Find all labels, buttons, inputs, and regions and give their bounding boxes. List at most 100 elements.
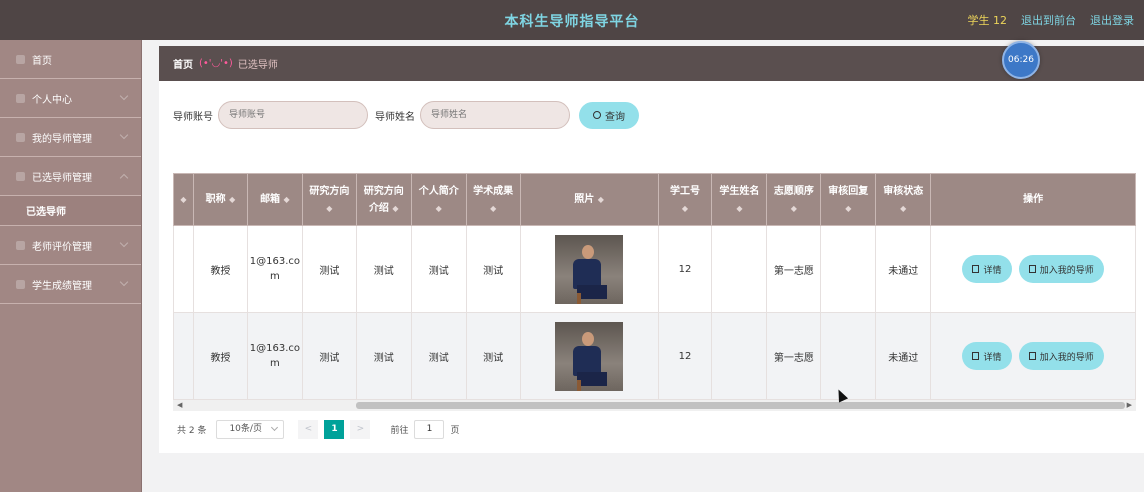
sidebar-subitem-selected-tutor[interactable]: 已选导师 [0,196,141,226]
back-to-front-link[interactable]: 退出到前台 [1021,12,1076,28]
account-label: 导师账号 [173,111,213,123]
table-header-cell[interactable]: 学工号 ◆ [657,173,713,226]
prev-page-button[interactable]: < [298,420,319,439]
sort-icon[interactable]: ◆ [229,195,235,204]
table-header-cell[interactable]: 研究方向介绍 ◆ [355,173,412,226]
table-header-cell[interactable]: 志愿顺序 ◆ [766,173,822,226]
table-header-cell[interactable]: 邮箱 ◆ [246,173,303,226]
table-header-cell[interactable]: 学生姓名 ◆ [711,173,768,226]
table-row: 教授 1@163.com 测试 测试 测试 测试 12 第一志愿 未通过 详情 … [173,225,1136,313]
cell-direction-intro: 测试 [355,225,412,313]
total-count: 共 2 条 [177,426,207,436]
document-icon [972,352,980,360]
tutor-name-input[interactable] [420,101,570,129]
cell-actions: 详情 加入我的导师 [930,312,1136,400]
goto-label: 前往 [390,426,409,436]
detail-button[interactable]: 详情 [962,342,1012,370]
sort-icon[interactable]: ◆ [326,204,332,213]
cell-reply [820,312,877,400]
cell-student-no: 12 [657,312,713,400]
detail-button[interactable]: 详情 [962,255,1012,283]
document-icon [1028,352,1036,360]
table-header-cell[interactable]: 职称 ◆ [192,173,248,226]
horizontal-scrollbar[interactable]: ◀ ▶ [173,400,1136,411]
sidebar-item-profile[interactable]: 个人中心 [0,79,141,118]
table-cell [173,312,194,400]
page-size-select[interactable]: 10条/页 [216,420,285,439]
top-bar: 本科生导师指导平台 学生 12 退出到前台 退出登录 [0,0,1144,40]
cell-direction: 测试 [301,312,357,400]
cell-email: 1@163.com [246,312,303,400]
sidebar-item-label: 个人中心 [32,94,72,106]
chevron-down-icon [119,91,129,101]
sidebar-item-home[interactable]: 首页 [0,40,141,79]
page-unit-label: 页 [450,426,460,436]
sidebar-item-label: 学生成绩管理 [32,280,92,292]
sort-icon[interactable]: ◆ [392,204,398,213]
search-icon [593,111,601,119]
cell-direction: 测试 [301,225,357,313]
sidebar-item-teacher-review[interactable]: 老师评价管理 [0,226,141,265]
cell-status: 未通过 [875,312,932,400]
table-header-cell[interactable]: 审核状态 ◆ [875,173,932,226]
chevron-down-icon [119,277,129,287]
table-header-cell: 操作 [930,173,1136,226]
sort-icon[interactable]: ◆ [791,204,797,213]
sort-icon[interactable]: ◆ [900,204,906,213]
cell-email: 1@163.com [246,225,303,313]
table-header-cell[interactable]: 照片 ◆ [519,173,659,226]
sidebar-item-label: 首页 [32,55,52,67]
tutor-account-input[interactable] [218,101,368,129]
cell-achievement: 测试 [465,225,521,313]
teacher-photo[interactable] [555,234,624,304]
add-my-tutor-button[interactable]: 加入我的导师 [1018,342,1104,370]
sort-icon[interactable]: ◆ [598,195,604,204]
sidebar-item-my-tutor[interactable]: 我的导师管理 [0,118,141,157]
table-header-cell[interactable]: 审核回复 ◆ [820,173,877,226]
page-number-current[interactable]: 1 [324,420,345,439]
goto-page-input[interactable]: 1 [414,420,445,439]
chevron-down-icon [119,238,129,248]
sort-icon[interactable]: ◆ [845,204,851,213]
scrollbar-thumb[interactable] [356,402,1125,409]
home-icon [16,54,25,64]
cell-status: 未通过 [875,225,932,313]
table-cell [173,225,194,313]
sidebar: 首页 个人中心 我的导师管理 已选导师管理 已选导师 老师评价管理 学生成绩管理 [0,40,142,492]
table-header-row: ◆ 职称 ◆ 邮箱 ◆ 研究方向 ◆ 研究方向介绍 ◆ 个人简介 ◆ 学术成果 ◆ 照… [173,173,1136,226]
breadcrumb-emoticon: (•'◡'•) [199,58,233,69]
cell-student-no: 12 [657,225,713,313]
table-header-cell[interactable]: 研究方向 ◆ [301,173,357,226]
sort-icon[interactable]: ◆ [180,195,186,204]
sort-icon[interactable]: ◆ [490,204,496,213]
query-button[interactable]: 查询 [579,101,639,129]
add-my-tutor-button[interactable]: 加入我的导师 [1018,255,1104,283]
user-icon [16,93,25,103]
cell-direction-intro: 测试 [355,312,412,400]
table-row: 教授 1@163.com 测试 测试 测试 测试 12 第一志愿 未通过 详情 … [173,312,1136,400]
cell-student-name [711,312,768,400]
table-header-cell[interactable]: 个人简介 ◆ [410,173,467,226]
query-button-label: 查询 [605,111,625,123]
breadcrumb-home[interactable]: 首页 [173,56,193,71]
table-header-cell: ◆ [173,173,194,226]
cell-student-name [711,225,768,313]
scroll-right-icon[interactable]: ▶ [1127,401,1132,409]
current-user: 学生 12 [967,14,1008,27]
search-bar: 导师账号 导师姓名 查询 [173,101,639,129]
sort-icon[interactable]: ◆ [736,204,742,213]
menu-icon [16,171,25,181]
sort-icon[interactable]: ◆ [682,204,688,213]
table-header-cell[interactable]: 学术成果 ◆ [465,173,521,226]
sidebar-item-selected-tutor[interactable]: 已选导师管理 [0,157,141,196]
sidebar-item-label: 我的导师管理 [32,133,92,145]
teacher-photo[interactable] [555,321,624,391]
cell-reply [820,225,877,313]
logout-link[interactable]: 退出登录 [1090,12,1134,28]
sidebar-item-grades[interactable]: 学生成绩管理 [0,265,141,304]
scroll-left-icon[interactable]: ◀ [177,401,182,409]
document-icon [972,265,980,273]
sort-icon[interactable]: ◆ [436,204,442,213]
next-page-button[interactable]: > [350,420,371,439]
sort-icon[interactable]: ◆ [284,195,290,204]
